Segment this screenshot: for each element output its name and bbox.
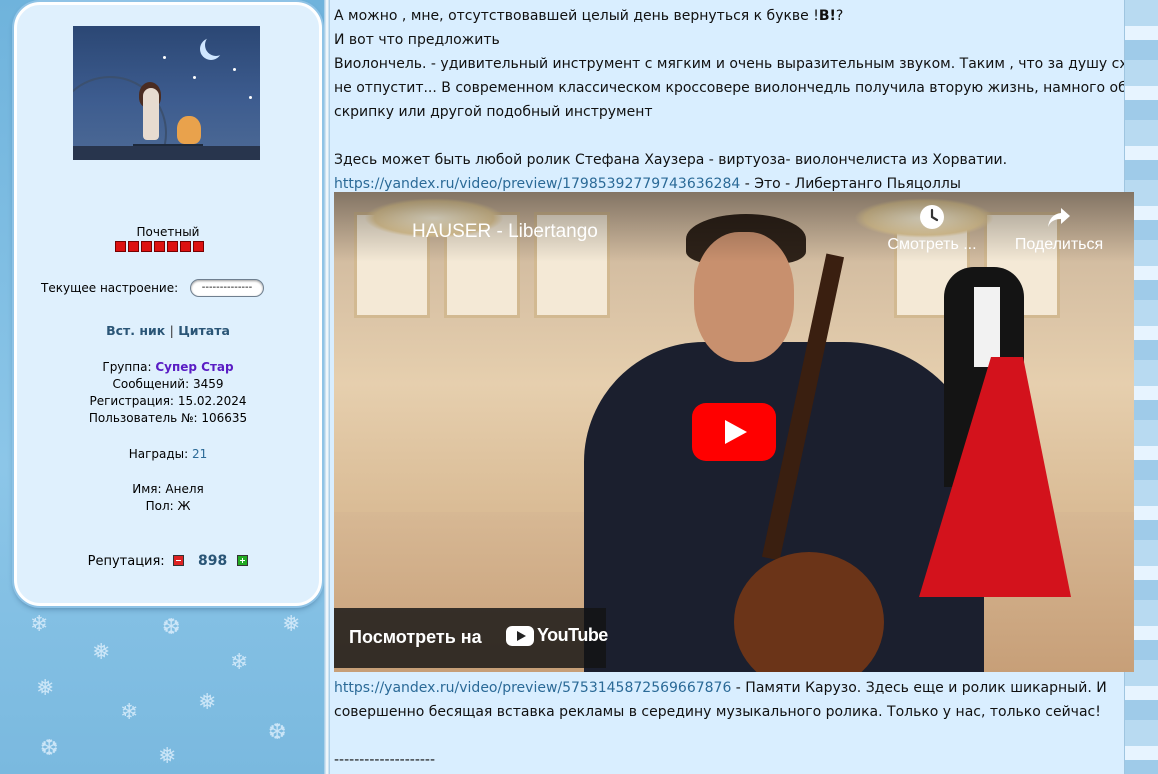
post-line: https://yandex.ru/video/preview/57531458… [334,676,1134,700]
youtube-play-icon [506,625,534,646]
rank-pip [180,241,191,252]
awards-label: Награды: [128,447,189,461]
post-line: скрипку или другой подобный инструмент [334,104,653,120]
share-button[interactable]: Поделиться [1004,204,1114,254]
user-number-label: Пользователь №: [88,411,198,425]
link-separator: | [169,323,174,338]
post-line-text: ? [835,8,844,24]
play-button[interactable] [692,403,776,461]
registration-label: Регистрация: [89,394,174,408]
group-value: Супер Стар [155,360,234,374]
snowflake-decoration: ❆ [162,615,181,640]
reputation-plus-button[interactable] [237,555,249,566]
posts-row: Сообщений: 3459 [17,376,319,393]
post-line: не отпустит... В современном классическо… [334,80,1158,96]
registration-value: 15.02.2024 [177,394,247,408]
rank-title: Почетный [136,225,200,239]
youtube-logo: YouTube [506,625,608,646]
post-line-text: А можно , мне, отсутствовавшей целый ден… [334,8,819,24]
rank-pip [141,241,152,252]
group-label: Группа: [102,360,152,374]
group-row: Группа: Супер Стар [17,359,319,376]
watch-later-label: Смотреть ... [887,236,977,253]
watch-later-button[interactable]: Смотреть ... [882,204,982,254]
gender-value: Ж [177,499,191,513]
snowflake-decoration: ❄ [230,650,249,675]
avatar [73,26,260,160]
rank-pips [115,241,204,252]
video-link-caruso[interactable]: https://yandex.ru/video/preview/57531458… [334,680,731,696]
user-info: Группа: Супер Стар Сообщений: 3459 Регис… [17,359,319,427]
profile-column: ❄ ❅ ❆ ❄ ❅ ❅ ❄ ❅ ❆ ❆ ❅ Почетный Текущее н… [0,0,328,774]
snowflake-decoration: ❄ [120,700,139,725]
post-line: совершенно бесящая вставка рекламы в сер… [334,704,1101,720]
watch-on-label: Посмотреть на [349,627,482,647]
posts-value: 3459 [192,377,224,391]
snowflake-decoration: ❆ [268,720,287,745]
share-label: Поделиться [1014,236,1104,253]
signature-separator: -------------------- [334,752,436,768]
mood-value: -------------- [190,279,264,297]
snowflake-decoration: ❅ [158,744,177,769]
personal-info: Имя: Анеля Пол: Ж [17,481,319,515]
snowflake-decoration: ❄ [30,612,49,637]
name-value: Анеля [165,482,204,496]
youtube-video-player[interactable]: HAUSER - Libertango Смотреть ... Поделит… [334,192,1134,672]
snowflake-decoration: ❅ [198,690,217,715]
awards-link[interactable]: 21 [192,447,207,461]
watch-on-youtube-button[interactable]: Посмотреть на YouTube [334,608,608,668]
posts-label: Сообщений: [112,377,190,391]
snowflake-decoration: ❆ [40,736,59,761]
post-line-text: - Памяти Карузо. Здесь еще и ролик шикар… [731,680,1107,696]
rank-pip [193,241,204,252]
rank-pip [115,241,126,252]
name-row: Имя: Анеля [17,481,319,498]
gender-label: Пол: [145,499,174,513]
reputation-row: Репутация: 898 [17,553,319,569]
post-line: А можно , мне, отсутствовавшей целый ден… [334,4,1134,28]
video-title[interactable]: HAUSER - Libertango [412,221,598,243]
rank-pip [128,241,139,252]
rank-pip [154,241,165,252]
mood-label: Текущее настроение: [41,281,179,295]
share-icon [1048,208,1070,227]
reputation-minus-button[interactable] [172,555,184,566]
insert-nick-link[interactable]: Вст. ник [106,323,165,338]
quote-link[interactable]: Цитата [178,323,230,338]
video-link-libertango[interactable]: https://yandex.ru/video/preview/17985392… [334,176,740,192]
snowflake-decoration: ❅ [92,640,111,665]
snowflake-decoration: ❅ [282,612,301,637]
reputation-value: 898 [197,553,228,569]
clock-icon [920,205,944,229]
snowflake-decoration: ❅ [36,676,55,701]
awards-row: Награды: 21 [17,446,319,463]
post-bold-letter: В! [818,8,836,24]
registration-row: Регистрация: 15.02.2024 [17,393,319,410]
post-line: И вот что предложить [334,32,500,48]
youtube-wordmark: YouTube [537,625,608,645]
gender-row: Пол: Ж [17,498,319,515]
user-number-row: Пользователь №: 106635 [17,410,319,427]
profile-card: Почетный Текущее настроение: -----------… [14,2,322,606]
rank-pip [167,241,178,252]
reputation-label: Репутация: [87,554,165,569]
post-line: Виолончель. - удивительный инструмент с … [334,56,1158,72]
post-controls: Вст. ник | Цитата [17,323,319,338]
post-line-text: - Это - Либертанго Пьяцоллы [740,176,961,192]
name-label: Имя: [132,482,162,496]
user-number-value: 106635 [201,411,248,425]
post-line: Здесь может быть любой ролик Стефана Хау… [334,152,1008,168]
